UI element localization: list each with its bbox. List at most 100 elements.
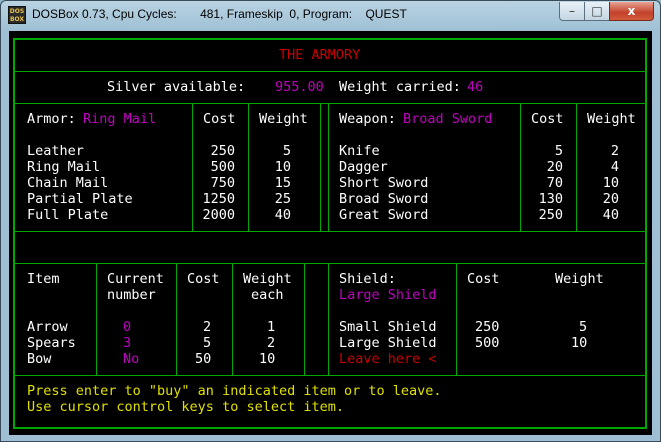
close-button[interactable]: x — [609, 2, 654, 21]
silver-label: Silver available: — [107, 79, 246, 95]
divider — [232, 263, 233, 375]
armor-name: Leather — [27, 143, 84, 159]
armor-name: Full Plate — [27, 207, 109, 223]
item-weight: 1 — [267, 319, 276, 335]
divider — [13, 263, 647, 264]
item-weight: 2 — [267, 335, 276, 351]
shield-weight: 5 — [579, 319, 588, 335]
weapon-cost: 20 — [546, 159, 563, 175]
divider — [328, 103, 329, 231]
leave-option[interactable]: Leave here < — [339, 351, 437, 367]
frame-right — [645, 38, 647, 429]
armor-cost: 2000 — [202, 207, 235, 223]
minimize-icon: – — [569, 4, 575, 18]
shield-name: Large Shield — [339, 335, 437, 351]
armor-cost: 750 — [210, 175, 235, 191]
item-current: 3 — [123, 335, 132, 351]
current-number-header-2: number — [107, 287, 156, 303]
divider — [13, 71, 647, 72]
minimize-button[interactable]: – — [559, 2, 585, 21]
shield-label: Shield: — [339, 271, 396, 287]
weight-carried-value: 46 — [467, 79, 484, 95]
weapon-weight-header: Weight — [587, 111, 636, 127]
weapon-name: Dagger — [339, 159, 388, 175]
weapon-cost: 5 — [554, 143, 563, 159]
silver-value: 955.00 — [275, 79, 324, 95]
item-name: Bow — [27, 351, 52, 367]
current-number-header: Current — [107, 271, 164, 287]
armor-cost: 500 — [210, 159, 235, 175]
shield-cost: 500 — [475, 335, 500, 351]
weight-each-header: Weight — [243, 271, 292, 287]
weapon-weight: 20 — [602, 191, 619, 207]
armor-selected: Ring Mail — [83, 111, 157, 127]
item-header: Item — [27, 271, 60, 287]
armor-name: Ring Mail — [27, 159, 101, 175]
weapon-name: Knife — [339, 143, 380, 159]
armor-weight: 40 — [274, 207, 291, 223]
title-bar[interactable]: DOS BOX DOSBox 0.73, Cpu Cycles: 481, Fr… — [1, 1, 660, 29]
divider — [576, 103, 577, 231]
item-current: 0 — [123, 319, 132, 335]
item-cost-header: Cost — [187, 271, 220, 287]
frame-bottom — [13, 427, 647, 429]
armor-cost: 250 — [210, 143, 235, 159]
weapon-name: Broad Sword — [339, 191, 429, 207]
shield-weight-header: Weight — [555, 271, 604, 287]
divider — [13, 231, 647, 232]
divider — [176, 263, 177, 375]
dos-screen[interactable]: THE ARMORY Silver available: 955.00 Weig… — [9, 31, 652, 435]
weapon-name: Great Sword — [339, 207, 429, 223]
armor-cost: 1250 — [202, 191, 235, 207]
weapon-name: Short Sword — [339, 175, 429, 191]
armor-weight: 5 — [282, 143, 291, 159]
weapon-weight: 2 — [610, 143, 619, 159]
shield-cost-header: Cost — [467, 271, 500, 287]
help-text-line-2: Use cursor control keys to select item. — [27, 399, 344, 415]
divider — [13, 103, 647, 104]
divider — [320, 103, 321, 231]
item-name: Arrow — [27, 319, 68, 335]
item-current: No — [123, 351, 140, 367]
armor-weight: 10 — [274, 159, 291, 175]
weapon-cost: 130 — [538, 191, 563, 207]
divider — [96, 263, 97, 375]
frame-left — [13, 38, 15, 429]
divider — [13, 375, 647, 376]
item-cost: 50 — [195, 351, 212, 367]
weapon-weight: 40 — [602, 207, 619, 223]
window-title: DOSBox 0.73, Cpu Cycles: 481, Frameskip … — [32, 7, 407, 21]
help-text-line-1: Press enter to "buy" an indicated item o… — [27, 383, 442, 399]
armor-weight: 15 — [274, 175, 291, 191]
weapon-selected: Broad Sword — [403, 111, 493, 127]
weapon-weight: 4 — [610, 159, 619, 175]
armor-weight-header: Weight — [259, 111, 308, 127]
shield-selected: Large Shield — [339, 287, 437, 303]
dosbox-app-icon[interactable]: DOS BOX — [8, 6, 26, 24]
shield-weight: 10 — [571, 335, 588, 351]
weight-each-header-2: each — [251, 287, 284, 303]
armor-weight: 25 — [274, 191, 291, 207]
weight-carried-label: Weight carried: — [339, 79, 461, 95]
item-cost: 2 — [203, 319, 212, 335]
close-icon: x — [627, 4, 636, 18]
weapon-cost: 70 — [546, 175, 563, 191]
armor-name: Chain Mail — [27, 175, 109, 191]
item-cost: 5 — [203, 335, 212, 351]
divider — [248, 103, 249, 231]
weapon-cost: 250 — [538, 207, 563, 223]
maximize-icon: □ — [591, 4, 603, 18]
armor-cost-header: Cost — [203, 111, 236, 127]
weapon-label: Weapon: — [339, 111, 396, 127]
divider — [456, 263, 457, 375]
item-weight: 10 — [259, 351, 276, 367]
item-name: Spears — [27, 335, 76, 351]
armor-label: Armor: — [27, 111, 76, 127]
frame-top — [13, 38, 647, 40]
weapon-weight: 10 — [602, 175, 619, 191]
divider — [328, 263, 329, 375]
shield-name: Small Shield — [339, 319, 437, 335]
divider — [192, 103, 193, 231]
maximize-button[interactable]: □ — [584, 2, 610, 21]
weapon-cost-header: Cost — [531, 111, 564, 127]
